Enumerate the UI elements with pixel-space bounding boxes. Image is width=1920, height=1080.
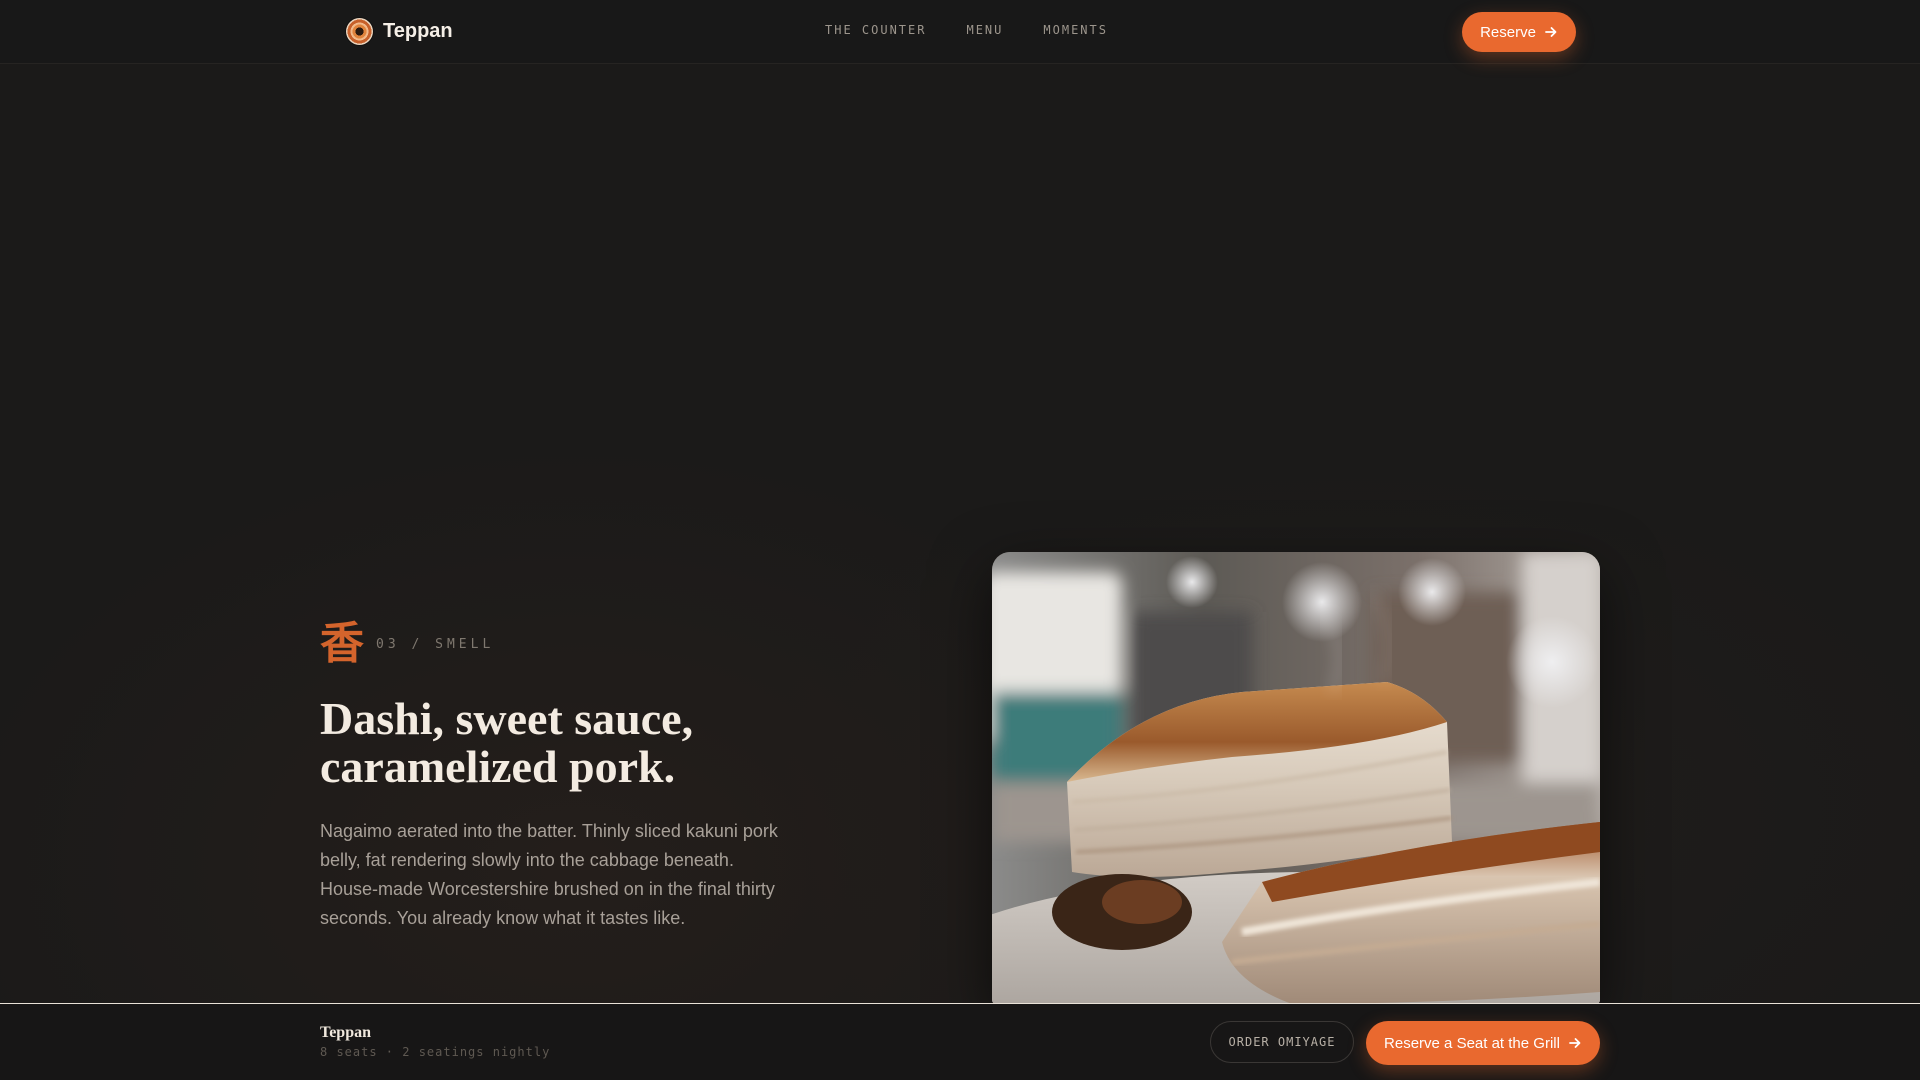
nav-item-moments[interactable]: MOMENTS bbox=[1043, 23, 1108, 37]
footer-brand: Teppan bbox=[320, 1024, 371, 1041]
headline-line-2: caramelized pork. bbox=[320, 741, 676, 792]
sticky-footer: Teppan 8 seats · 2 seatings nightly ORDE… bbox=[0, 1003, 1920, 1080]
reserve-grill-label: Reserve a Seat at the Grill bbox=[1384, 1034, 1560, 1052]
headline-line-1: Dashi, sweet sauce, bbox=[320, 693, 694, 744]
main-nav: THE COUNTER MENU MOMENTS bbox=[825, 23, 1108, 37]
nav-item-menu[interactable]: MENU bbox=[966, 23, 1003, 37]
site-header: Teppan THE COUNTER MENU MOMENTS Reserve bbox=[0, 0, 1920, 64]
hero-headline: Dashi, sweet sauce, caramelized pork. bbox=[320, 695, 840, 791]
reserve-button[interactable]: Reserve bbox=[1462, 12, 1576, 52]
sun-logo-icon bbox=[346, 18, 373, 45]
brand-name: Teppan bbox=[383, 20, 453, 42]
reserve-grill-button[interactable]: Reserve a Seat at the Grill bbox=[1366, 1021, 1600, 1065]
brand[interactable]: Teppan bbox=[346, 18, 453, 45]
reserve-button-label: Reserve bbox=[1480, 23, 1536, 41]
order-omiyage-button[interactable]: ORDER OMIYAGE bbox=[1210, 1021, 1354, 1063]
section-label: 香 03 / SMELL bbox=[320, 622, 494, 666]
nav-item-the-counter[interactable]: THE COUNTER bbox=[825, 23, 926, 37]
hero-body: Nagaimo aerated into the batter. Thinly … bbox=[320, 821, 778, 928]
arrow-right-icon bbox=[1568, 1036, 1582, 1050]
section-tag: 03 / SMELL bbox=[376, 636, 495, 652]
kanji-smell: 香 bbox=[320, 618, 364, 669]
pork-belly-photo bbox=[992, 552, 1600, 1004]
arrow-right-icon bbox=[1544, 25, 1558, 39]
footer-subtitle: 8 seats · 2 seatings nightly bbox=[320, 1045, 551, 1059]
